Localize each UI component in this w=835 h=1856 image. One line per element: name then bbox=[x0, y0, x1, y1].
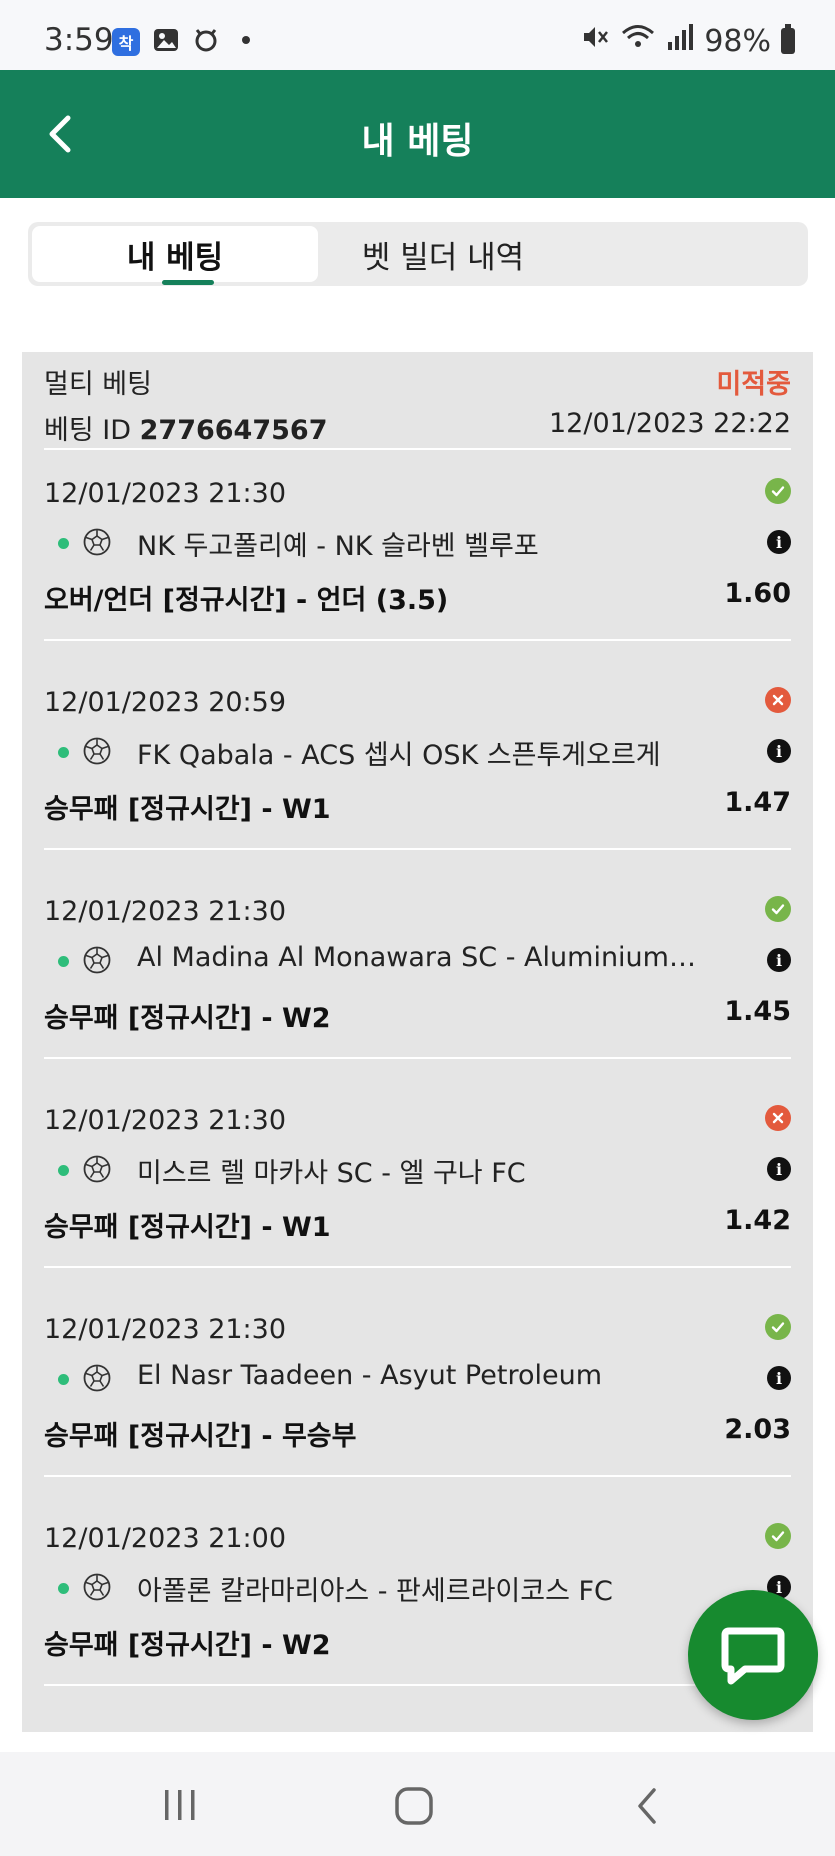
tab-label: 벳 빌더 내역 bbox=[361, 239, 525, 276]
app-badge-icon: 착 bbox=[112, 28, 140, 56]
soccer-ball-icon bbox=[82, 945, 112, 975]
bet-tabs: 내 베팅 벳 빌더 내역 bbox=[28, 222, 808, 286]
selection-odds: 1.60 bbox=[724, 578, 791, 609]
won-check-icon bbox=[765, 1523, 791, 1549]
live-dot-icon bbox=[58, 956, 69, 967]
bet-status: 미적중 bbox=[716, 369, 791, 400]
recent-apps-button[interactable] bbox=[155, 1786, 205, 1826]
chat-bubble-icon bbox=[721, 1627, 785, 1685]
selection-row: 12/01/2023 21:30 NK 두고폴리예 - NK 슬라벤 벨루포 i 오버… bbox=[22, 450, 813, 659]
lost-x-icon bbox=[765, 687, 791, 713]
info-icon[interactable]: i bbox=[767, 948, 791, 972]
live-dot-icon bbox=[58, 1583, 69, 1594]
home-button[interactable] bbox=[389, 1786, 439, 1826]
divider bbox=[44, 1266, 791, 1268]
nav-back-button[interactable] bbox=[622, 1786, 672, 1826]
selection-match: Al Madina Al Monawara SC - Aluminium Na.… bbox=[137, 942, 697, 973]
page-title: 내 베팅 bbox=[361, 121, 474, 162]
soccer-ball-icon bbox=[82, 527, 112, 557]
battery-icon bbox=[781, 24, 795, 54]
selection-odds: 2.03 bbox=[724, 1414, 791, 1445]
selection-match: FK Qabala - ACS 셉시 OSK 스픈투게오르게 bbox=[137, 740, 661, 771]
selection-match: 미스르 렐 마카사 SC - 엘 구나 FC bbox=[137, 1158, 526, 1189]
selection-row: 12/01/2023 21:30 미스르 렐 마카사 SC - 엘 구나 FC i 승… bbox=[22, 1077, 813, 1286]
selection-market: 승무패 [정규시간] - W1 bbox=[44, 1212, 331, 1243]
soccer-ball-icon bbox=[82, 1572, 112, 1602]
won-check-icon bbox=[765, 896, 791, 922]
battery-level: 98% bbox=[704, 23, 771, 59]
selection-match: 아폴론 칼라마리아스 - 판세르라이코스 FC bbox=[137, 1576, 613, 1607]
notification-icons: 착 bbox=[112, 26, 260, 58]
divider bbox=[44, 1057, 791, 1059]
selection-time: 12/01/2023 21:00 bbox=[44, 1523, 287, 1554]
bet-id-label: 베팅 ID bbox=[44, 415, 132, 446]
system-indicators: 98% bbox=[580, 22, 795, 60]
gallery-icon bbox=[152, 26, 180, 58]
selection-match: El Nasr Taadeen - Asyut Petroleum bbox=[137, 1360, 602, 1391]
divider bbox=[44, 848, 791, 850]
won-check-icon bbox=[765, 1314, 791, 1340]
tab-bet-builder-history[interactable]: 벳 빌더 내역 bbox=[318, 226, 568, 282]
won-check-icon bbox=[765, 478, 791, 504]
bet-id-value: 2776647567 bbox=[139, 415, 328, 446]
tab-label: 내 베팅 bbox=[126, 239, 224, 276]
app-bar: 내 베팅 bbox=[0, 70, 835, 198]
selection-row: 12/01/2023 21:30 El Nasr Taadeen - Asyut … bbox=[22, 1286, 813, 1495]
selection-odds: 1.47 bbox=[724, 787, 791, 818]
selection-time: 12/01/2023 20:59 bbox=[44, 687, 287, 718]
bet-type: 멀티 베팅 bbox=[44, 369, 152, 400]
selection-row: 12/01/2023 20:59 FK Qabala - ACS 셉시 OSK 스… bbox=[22, 659, 813, 868]
recent-apps-icon bbox=[165, 1790, 195, 1820]
selection-match: NK 두고폴리예 - NK 슬라벤 벨루포 bbox=[137, 531, 539, 562]
selection-market: 승무패 [정규시간] - W1 bbox=[44, 794, 331, 825]
info-icon[interactable]: i bbox=[767, 739, 791, 763]
selection-market: 승무패 [정규시간] - 무승부 bbox=[44, 1421, 357, 1452]
info-icon[interactable]: i bbox=[767, 1366, 791, 1390]
lost-x-icon bbox=[765, 1105, 791, 1131]
divider bbox=[44, 1475, 791, 1477]
live-dot-icon bbox=[58, 1165, 69, 1176]
bet-id: 베팅 ID 2776647567 bbox=[44, 408, 328, 447]
live-dot-icon bbox=[58, 747, 69, 758]
selection-time: 12/01/2023 21:30 bbox=[44, 896, 287, 927]
mute-icon bbox=[580, 22, 610, 60]
selection-odds: 1.42 bbox=[724, 1205, 791, 1236]
selection-time: 12/01/2023 21:30 bbox=[44, 478, 287, 509]
status-time: 3:59 bbox=[44, 22, 114, 58]
chat-button[interactable] bbox=[688, 1590, 818, 1720]
selection-time: 12/01/2023 21:30 bbox=[44, 1314, 287, 1345]
selection-market: 오버/언더 [정규시간] - 언더 (3.5) bbox=[44, 585, 449, 616]
system-nav-bar bbox=[0, 1752, 835, 1856]
info-icon[interactable]: i bbox=[767, 1157, 791, 1181]
soccer-ball-icon bbox=[82, 1363, 112, 1393]
selection-time: 12/01/2023 21:30 bbox=[44, 1105, 287, 1136]
bet-placed-date: 12/01/2023 22:22 bbox=[548, 408, 791, 439]
active-tab-indicator bbox=[162, 280, 214, 285]
selection-market: 승무패 [정규시간] - W2 bbox=[44, 1630, 331, 1661]
cat-icon bbox=[192, 26, 220, 58]
live-dot-icon bbox=[58, 1374, 69, 1385]
wifi-icon bbox=[620, 22, 656, 60]
signal-icon bbox=[666, 22, 694, 60]
tab-my-bets[interactable]: 내 베팅 bbox=[32, 226, 318, 285]
divider bbox=[44, 639, 791, 641]
back-icon bbox=[638, 1788, 656, 1824]
divider bbox=[44, 1684, 791, 1686]
info-icon[interactable]: i bbox=[767, 530, 791, 554]
live-dot-icon bbox=[58, 538, 69, 549]
selection-market: 승무패 [정규시간] - W2 bbox=[44, 1003, 331, 1034]
soccer-ball-icon bbox=[82, 736, 112, 766]
home-icon bbox=[395, 1787, 433, 1825]
status-bar: 3:59 착 98% bbox=[0, 0, 835, 70]
selection-row: 12/01/2023 21:30 Al Madina Al Monawara SC… bbox=[22, 868, 813, 1077]
selection-odds: 1.45 bbox=[724, 996, 791, 1027]
dot-icon bbox=[232, 26, 260, 58]
soccer-ball-icon bbox=[82, 1154, 112, 1184]
bet-card: 멀티 베팅 미적중 베팅 ID 2776647567 12/01/2023 22… bbox=[22, 352, 813, 1732]
